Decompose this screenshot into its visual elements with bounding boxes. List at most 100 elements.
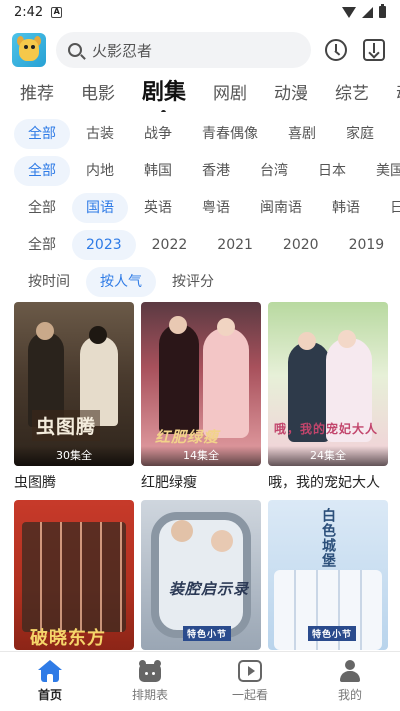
nav-watch-together[interactable]: 一起看 <box>200 652 300 711</box>
filter-chip[interactable]: 2019 <box>335 230 399 260</box>
poster-title: 破晓东方 <box>30 628 106 649</box>
nav-label: 排期表 <box>131 688 168 702</box>
logo-face <box>19 39 39 61</box>
filter-chip[interactable]: 古装 <box>72 119 128 149</box>
search-placeholder: 火影忍者 <box>92 41 153 60</box>
tab-more[interactable]: 动 <box>396 79 400 112</box>
bottom-nav: 首页 排期表 一起看 我的 <box>0 651 400 711</box>
series-card[interactable]: 破晓东方 <box>14 500 134 650</box>
filter-sort: 按时间 按人气 按评分 <box>14 266 400 298</box>
poster-image: 哦，我的宠妃大人 24集全 <box>268 302 388 466</box>
tab-anime[interactable]: 动漫 <box>274 79 308 112</box>
poster-figure <box>36 322 54 340</box>
home-icon-door <box>47 674 53 682</box>
filter-chip[interactable]: 全部 <box>14 193 70 223</box>
series-card[interactable]: 装腔启示录 特色小节 <box>141 500 261 650</box>
poster-image: 装腔启示录 特色小节 <box>141 500 261 650</box>
filter-chip[interactable]: 2023 <box>72 230 136 260</box>
filter-chip[interactable]: 按评分 <box>158 267 228 297</box>
schedule-icon <box>139 660 161 682</box>
series-title: 红肥绿瘦 <box>141 475 197 491</box>
poster-figure <box>159 324 199 434</box>
filter-chip[interactable]: 日 <box>376 193 400 223</box>
signal-icon <box>362 6 373 18</box>
filter-chip[interactable]: 2021 <box>203 230 267 260</box>
battery-icon <box>379 4 386 18</box>
series-title: 哦，我的宠妃大人 <box>268 475 380 491</box>
tab-series[interactable]: 剧集 <box>142 74 186 112</box>
filter-chip[interactable]: 香港 <box>188 156 244 186</box>
filter-chip[interactable]: 闽南语 <box>246 193 316 223</box>
tab-movie[interactable]: 电影 <box>81 79 115 112</box>
series-card[interactable]: 虫图腾 30集全 虫图腾 <box>14 302 134 492</box>
poster-figure <box>169 316 187 334</box>
poster-image: 虫图腾 30集全 <box>14 302 134 466</box>
filter-chip[interactable]: 全部 <box>14 156 70 186</box>
filter-chip[interactable]: 内地 <box>72 156 128 186</box>
poster-title: 红肥绿瘦 <box>155 428 220 446</box>
filter-chip[interactable]: 全部 <box>14 119 70 149</box>
filter-chip[interactable]: 韩国 <box>130 156 186 186</box>
series-card[interactable]: 哦，我的宠妃大人 24集全 哦，我的宠妃大人 <box>268 302 388 492</box>
filter-chip[interactable]: 战争 <box>130 119 186 149</box>
tab-variety[interactable]: 综艺 <box>335 79 369 112</box>
filter-chip[interactable]: 青春偶像 <box>188 119 272 149</box>
status-bar: 2:42 A <box>0 0 400 24</box>
poster-figure <box>203 328 249 438</box>
poster-title: 哦，我的宠妃大人 <box>274 422 379 436</box>
nav-home[interactable]: 首页 <box>0 652 100 711</box>
poster-title: 装腔启示录 <box>169 580 250 598</box>
nav-profile[interactable]: 我的 <box>300 652 400 711</box>
person-icon-head <box>345 660 355 670</box>
tab-web-series[interactable]: 网剧 <box>213 79 247 112</box>
filter-chip[interactable]: 粤语 <box>188 193 244 223</box>
logo-eye <box>31 45 35 49</box>
filter-chip[interactable]: 国语 <box>72 193 128 223</box>
series-card[interactable]: 红肥绿瘦 14集全 红肥绿瘦 <box>141 302 261 492</box>
play-icon <box>238 660 262 682</box>
logo-eye <box>24 45 28 49</box>
poster-sub: 特色小节 <box>183 626 232 641</box>
filter-chip[interactable]: 日本 <box>304 156 360 186</box>
app-logo-icon[interactable] <box>12 33 46 67</box>
poster-figure <box>338 330 356 348</box>
search-icon <box>68 43 82 57</box>
filter-chip[interactable]: 英语 <box>130 193 186 223</box>
wifi-icon <box>342 6 356 18</box>
header: 火影忍者 <box>0 30 400 70</box>
episode-badge: 24集全 <box>268 446 388 466</box>
filter-chip[interactable]: 2020 <box>269 230 333 260</box>
filter-chip[interactable]: 家庭 <box>332 119 388 149</box>
download-icon <box>363 39 385 61</box>
home-icon <box>38 660 62 682</box>
filter-chip[interactable]: 美国 <box>362 156 400 186</box>
filter-year: 全部 2023 2022 2021 2020 2019 <box>14 229 400 261</box>
poster-title: 虫图腾 <box>32 410 101 441</box>
poster-figure <box>89 326 107 344</box>
poster-title: 白色城堡 <box>320 508 336 568</box>
filter-chip[interactable]: 台湾 <box>246 156 302 186</box>
poster-figure <box>22 522 126 632</box>
filter-chip[interactable]: 按人气 <box>86 267 156 297</box>
poster-image: 白色城堡 特色小节 <box>268 500 388 650</box>
filter-chip[interactable]: 2022 <box>138 230 202 260</box>
schedule-icon-dot <box>152 672 155 675</box>
history-button[interactable] <box>323 37 349 63</box>
filter-chip[interactable]: 韩语 <box>318 193 374 223</box>
search-input[interactable]: 火影忍者 <box>56 32 311 68</box>
nav-label: 一起看 <box>231 688 268 702</box>
schedule-icon-body <box>139 664 161 682</box>
filter-region: 全部 内地 韩国 香港 台湾 日本 美国 <box>14 155 400 187</box>
series-card[interactable]: 白色城堡 特色小节 <box>268 500 388 650</box>
filter-chip[interactable]: 全部 <box>14 230 70 260</box>
download-button[interactable] <box>361 37 387 63</box>
poster-figure <box>298 332 316 350</box>
nav-label: 首页 <box>37 688 62 702</box>
schedule-icon-dot <box>145 672 148 675</box>
filter-chip[interactable]: 按时间 <box>14 267 84 297</box>
filter-chip[interactable]: 喜剧 <box>274 119 330 149</box>
filter-genre: 全部 古装 战争 青春偶像 喜剧 家庭 <box>14 118 400 150</box>
clock-icon <box>325 39 347 61</box>
tab-recommend[interactable]: 推荐 <box>20 79 54 112</box>
nav-schedule[interactable]: 排期表 <box>100 652 200 711</box>
